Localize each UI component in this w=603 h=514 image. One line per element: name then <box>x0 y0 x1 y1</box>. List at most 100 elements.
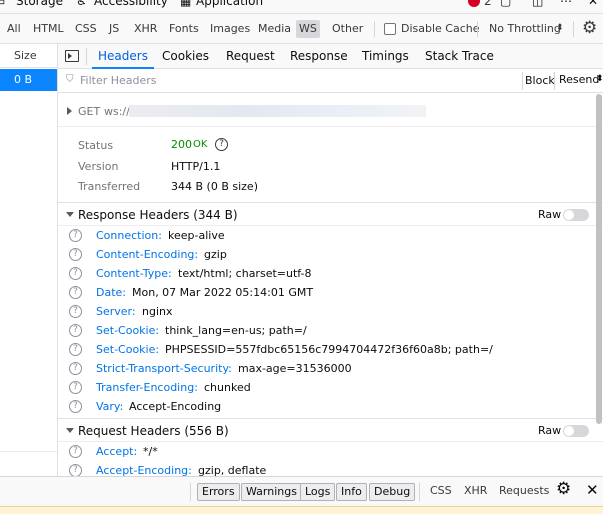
version-value: HTTP/1.1 <box>171 160 221 173</box>
header-row[interactable]: ? Content-Encoding: gzip <box>58 246 603 265</box>
toggle-sidebar-icon[interactable] <box>65 50 79 62</box>
header-row[interactable]: ? Set-Cookie: think_lang=en-us; path=/ <box>58 322 603 341</box>
filter-fonts[interactable]: Fonts <box>166 20 202 38</box>
header-value[interactable]: Accept-Encoding <box>129 400 221 413</box>
help-icon[interactable]: ? <box>69 286 82 299</box>
filter-all[interactable]: All <box>4 20 24 38</box>
header-value[interactable]: chunked <box>204 381 251 394</box>
tab-application[interactable]: Application <box>196 0 263 8</box>
console-logs-button[interactable]: Logs <box>300 483 336 501</box>
disable-cache-label[interactable]: Disable Cache <box>398 20 483 38</box>
header-value[interactable]: text/html; charset=utf-8 <box>178 267 312 280</box>
header-row[interactable]: ? Accept: */* <box>58 443 603 462</box>
raw-toggle[interactable] <box>563 209 589 221</box>
tab-headers[interactable]: Headers <box>92 44 154 69</box>
header-value[interactable]: Mon, 07 Mar 2022 05:14:01 GMT <box>132 286 313 299</box>
help-icon[interactable]: ? <box>69 362 82 375</box>
filter-ws[interactable]: WS <box>296 20 320 38</box>
gear-icon[interactable]: ⚙ <box>582 18 597 38</box>
header-row[interactable]: ? Content-Type: text/html; charset=utf-8 <box>58 265 603 284</box>
header-row[interactable]: ? Server: nginx <box>58 303 603 322</box>
block-button[interactable]: Block <box>525 74 555 87</box>
status-code: 200 <box>171 138 192 151</box>
header-row[interactable]: ? Strict-Transport-Security: max-age=31536… <box>58 360 603 379</box>
error-icon[interactable] <box>468 0 480 7</box>
filter-js[interactable]: JS <box>106 20 122 38</box>
console-debug-button[interactable]: Debug <box>369 483 416 501</box>
filter-xhr[interactable]: XHR <box>131 20 160 38</box>
filter-html[interactable]: HTML <box>30 20 67 38</box>
header-value[interactable]: gzip, deflate <box>198 464 266 476</box>
filter-headers-input[interactable]: Filter Headers <box>80 74 157 87</box>
filter-other[interactable]: Other <box>329 20 366 38</box>
header-row[interactable]: ? Transfer-Encoding: chunked <box>58 379 603 398</box>
filter-css[interactable]: CSS <box>72 20 100 38</box>
header-value[interactable]: keep-alive <box>168 229 225 242</box>
tab-accessibility[interactable]: Accessibility <box>94 0 168 8</box>
throttling-select[interactable]: No Throttling <box>486 20 564 38</box>
resend-button[interactable]: Resend <box>559 73 599 86</box>
more-icon[interactable]: ⋯ <box>560 0 572 8</box>
console-errors-button[interactable]: Errors <box>197 483 240 501</box>
tab-stack-trace[interactable]: Stack Trace <box>425 44 494 69</box>
tab-request[interactable]: Request <box>226 44 275 69</box>
tab-storage[interactable]: Storage <box>16 0 63 8</box>
header-value[interactable]: max-age=31536000 <box>238 362 352 375</box>
header-value[interactable]: think_lang=en-us; path=/ <box>165 324 307 337</box>
column-size-header[interactable]: Size <box>0 44 57 68</box>
request-headers-section[interactable]: Request Headers (556 B) Raw <box>58 418 603 442</box>
help-icon[interactable]: ? <box>69 445 82 458</box>
status-label: Status <box>78 139 114 152</box>
header-row[interactable]: ? Vary: Accept-Encoding <box>58 398 603 417</box>
header-value[interactable]: nginx <box>142 305 173 318</box>
resend-chevron-icon[interactable]: ⬍ <box>596 74 603 84</box>
header-value[interactable]: gzip <box>204 248 227 261</box>
help-icon[interactable]: ? <box>69 248 82 261</box>
tab-response[interactable]: Response <box>290 44 348 69</box>
close-devtools-icon[interactable]: ✕ <box>588 0 598 8</box>
request-row-selected[interactable]: 0 B <box>0 69 57 91</box>
request-list: Size 0 B <box>0 44 58 476</box>
header-row[interactable]: ? Date: Mon, 07 Mar 2022 05:14:01 GMT <box>58 284 603 303</box>
help-icon[interactable]: ? <box>69 267 82 280</box>
help-icon[interactable]: ? <box>69 343 82 356</box>
header-row[interactable]: ? Connection: keep-alive <box>58 227 603 246</box>
header-row[interactable]: ? Accept-Encoding: gzip, deflate <box>58 462 603 476</box>
header-value[interactable]: */* <box>143 445 158 458</box>
console-gear-icon[interactable]: ⚙ <box>556 479 571 499</box>
help-icon[interactable]: ? <box>69 464 82 476</box>
dock-icon[interactable]: ▢ <box>500 0 511 8</box>
tab-storage-icon[interactable]: ▭ <box>0 0 5 8</box>
error-count[interactable]: 2 <box>484 0 492 8</box>
collapse-chevron-icon[interactable] <box>66 428 74 433</box>
throttling-chevron-icon[interactable]: ⬍ <box>556 23 564 33</box>
disable-cache-checkbox[interactable] <box>384 23 396 35</box>
console-info-button[interactable]: Info <box>336 483 367 501</box>
help-icon[interactable]: ? <box>69 305 82 318</box>
help-icon[interactable]: ? <box>69 381 82 394</box>
split-icon[interactable]: ◫ <box>532 0 543 8</box>
header-row[interactable]: ? Set-Cookie: PHPSESSID=557fdbc65156c79947… <box>58 341 603 360</box>
filter-media[interactable]: Media <box>255 20 294 38</box>
console-close-icon[interactable]: ✕ <box>586 481 599 499</box>
filter-images[interactable]: Images <box>207 20 253 38</box>
header-value[interactable]: PHPSESSID=557fdbc65156c7994704472f36f60a… <box>165 343 493 356</box>
tab-timings[interactable]: Timings <box>362 44 409 69</box>
collapse-chevron-icon[interactable] <box>66 212 74 217</box>
tab-cookies[interactable]: Cookies <box>162 44 209 69</box>
help-icon[interactable]: ? <box>69 324 82 337</box>
request-url-redacted[interactable] <box>129 105 426 117</box>
devtools-tab-strip: ▭ Storage ♿ Accessibility ▦ Application … <box>0 0 603 14</box>
console-xhr-filter[interactable]: XHR <box>464 484 487 497</box>
help-icon[interactable]: ? <box>69 229 82 242</box>
status-help-icon[interactable]: ? <box>215 138 228 151</box>
url-expand-icon[interactable] <box>67 107 72 115</box>
console-divider <box>190 483 191 501</box>
details-scrollbar[interactable] <box>596 94 602 424</box>
raw-toggle[interactable] <box>563 425 589 437</box>
console-warnings-button[interactable]: Warnings <box>241 483 302 501</box>
console-css-filter[interactable]: CSS <box>430 484 452 497</box>
help-icon[interactable]: ? <box>69 400 82 413</box>
console-requests-filter[interactable]: Requests <box>499 484 549 497</box>
response-headers-section[interactable]: Response Headers (344 B) Raw <box>58 202 603 226</box>
